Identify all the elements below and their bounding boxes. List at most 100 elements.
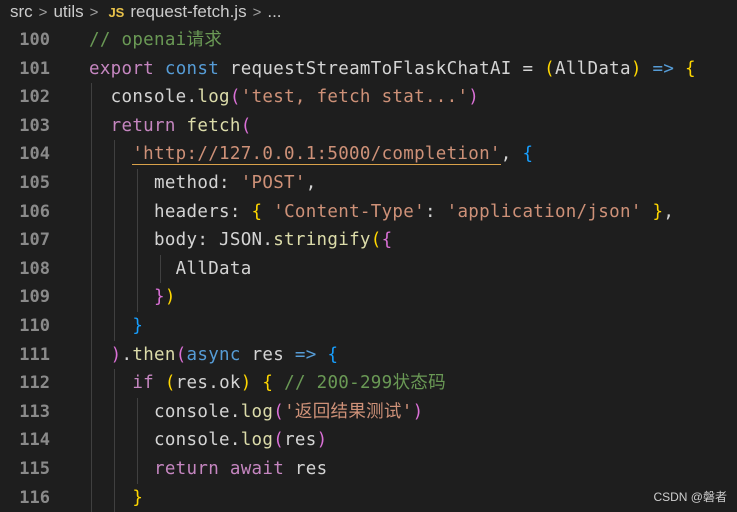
code-text: headers: { 'Content-Type': 'application/…	[89, 198, 674, 227]
code-token: 'POST'	[241, 173, 306, 193]
code-token: .	[230, 402, 241, 422]
code-token: res	[241, 345, 295, 365]
code-token: method	[89, 173, 219, 193]
code-line[interactable]: 109 })	[0, 283, 737, 312]
code-line[interactable]: 114 console.log(res)	[0, 426, 737, 455]
code-token: log	[241, 402, 274, 422]
code-text: body: JSON.stringify({	[89, 226, 392, 255]
chevron-right-icon: >	[39, 4, 48, 21]
code-token: {	[262, 373, 273, 393]
code-token: .	[230, 430, 241, 450]
javascript-file-icon: JS	[108, 5, 124, 20]
line-number: 104	[0, 140, 50, 169]
line-number: 111	[0, 341, 50, 370]
code-token	[89, 373, 132, 393]
code-line[interactable]: 115 return await res	[0, 455, 737, 484]
code-token: (	[273, 402, 284, 422]
line-number: 116	[0, 484, 50, 512]
code-token: console	[89, 87, 187, 107]
code-text: 'http://127.0.0.1:5000/completion', {	[89, 140, 533, 169]
breadcrumb-item-src[interactable]: src	[10, 2, 33, 22]
code-line[interactable]: 116 }	[0, 484, 737, 512]
code-token: // openai请求	[89, 30, 222, 50]
code-token: then	[132, 345, 175, 365]
code-token: :	[197, 230, 219, 250]
code-token: (	[544, 59, 555, 79]
line-number: 102	[0, 83, 50, 112]
code-token: stringify	[273, 230, 371, 250]
code-token: =>	[653, 59, 675, 79]
code-token: :	[230, 202, 252, 222]
code-token: 'Content-Type'	[273, 202, 425, 222]
code-token: =	[512, 59, 545, 79]
breadcrumb-item-symbol[interactable]: ...	[267, 2, 281, 22]
code-token: (	[165, 373, 176, 393]
code-line[interactable]: 108 AllData	[0, 255, 737, 284]
line-number: 101	[0, 55, 50, 84]
code-token	[273, 373, 284, 393]
code-token: :	[219, 173, 241, 193]
code-token: .	[208, 373, 219, 393]
code-text: console.log('返回结果测试')	[89, 398, 423, 427]
code-token: {	[685, 59, 696, 79]
code-token	[154, 59, 165, 79]
code-line[interactable]: 110 }	[0, 312, 737, 341]
code-text: export const requestStreamToFlaskChatAI …	[89, 55, 696, 84]
code-line[interactable]: 113 console.log('返回结果测试')	[0, 398, 737, 427]
code-line[interactable]: 100// openai请求	[0, 26, 737, 55]
code-token: 'application/json'	[447, 202, 642, 222]
code-text: AllData	[89, 255, 252, 284]
code-line[interactable]: 106 headers: { 'Content-Type': 'applicat…	[0, 198, 737, 227]
code-token: await	[230, 459, 284, 479]
watermark: CSDN @磐者	[653, 488, 727, 505]
code-token: async	[187, 345, 241, 365]
chevron-right-icon: >	[253, 4, 262, 21]
code-token	[176, 116, 187, 136]
code-token: AllData	[555, 59, 631, 79]
code-token: '返回结果测试'	[284, 402, 412, 422]
code-text: })	[89, 283, 176, 312]
code-text: console.log('test, fetch stat...')	[89, 83, 479, 112]
code-token: fetch	[187, 116, 241, 136]
code-token: )	[111, 345, 122, 365]
code-line[interactable]: 105 method: 'POST',	[0, 169, 737, 198]
code-token: {	[327, 345, 338, 365]
code-token: body	[89, 230, 197, 250]
code-token	[89, 144, 132, 164]
line-number: 115	[0, 455, 50, 484]
code-line[interactable]: 111 ).then(async res => {	[0, 341, 737, 370]
code-line[interactable]: 104 'http://127.0.0.1:5000/completion', …	[0, 140, 737, 169]
code-line[interactable]: 101 export const requestStreamToFlaskChat…	[0, 55, 737, 84]
code-text: }	[89, 312, 143, 341]
code-token: ,	[501, 144, 523, 164]
code-line[interactable]: 107 body: JSON.stringify({	[0, 226, 737, 255]
code-token: .	[187, 87, 198, 107]
code-token: }	[154, 287, 165, 307]
code-token: {	[252, 202, 263, 222]
code-editor[interactable]: 100// openai请求101 export const requestStr…	[0, 26, 737, 512]
line-number: 113	[0, 398, 50, 427]
line-number: 107	[0, 226, 50, 255]
code-token: log	[241, 430, 274, 450]
code-token	[89, 316, 132, 336]
code-token: }	[132, 488, 143, 508]
code-line[interactable]: 112 if (res.ok) { // 200-299状态码	[0, 369, 737, 398]
code-token: 'http://127.0.0.1:5000/completion'	[132, 144, 500, 165]
code-token	[89, 345, 111, 365]
code-line[interactable]: 102 console.log('test, fetch stat...')	[0, 83, 737, 112]
breadcrumb-item-file[interactable]: request-fetch.js	[130, 2, 246, 22]
line-number: 108	[0, 255, 50, 284]
code-token: {	[382, 230, 393, 250]
code-token: headers	[89, 202, 230, 222]
code-token: 'test, fetch stat...'	[241, 87, 469, 107]
code-token: return	[111, 116, 176, 136]
code-token: ,	[306, 173, 317, 193]
code-token: (	[241, 116, 252, 136]
code-line[interactable]: 103 return fetch(	[0, 112, 737, 141]
line-number: 109	[0, 283, 50, 312]
code-text: return await res	[89, 455, 327, 484]
code-token	[642, 202, 653, 222]
code-token	[219, 459, 230, 479]
code-token: }	[132, 316, 143, 336]
breadcrumb-item-utils[interactable]: utils	[53, 2, 83, 22]
